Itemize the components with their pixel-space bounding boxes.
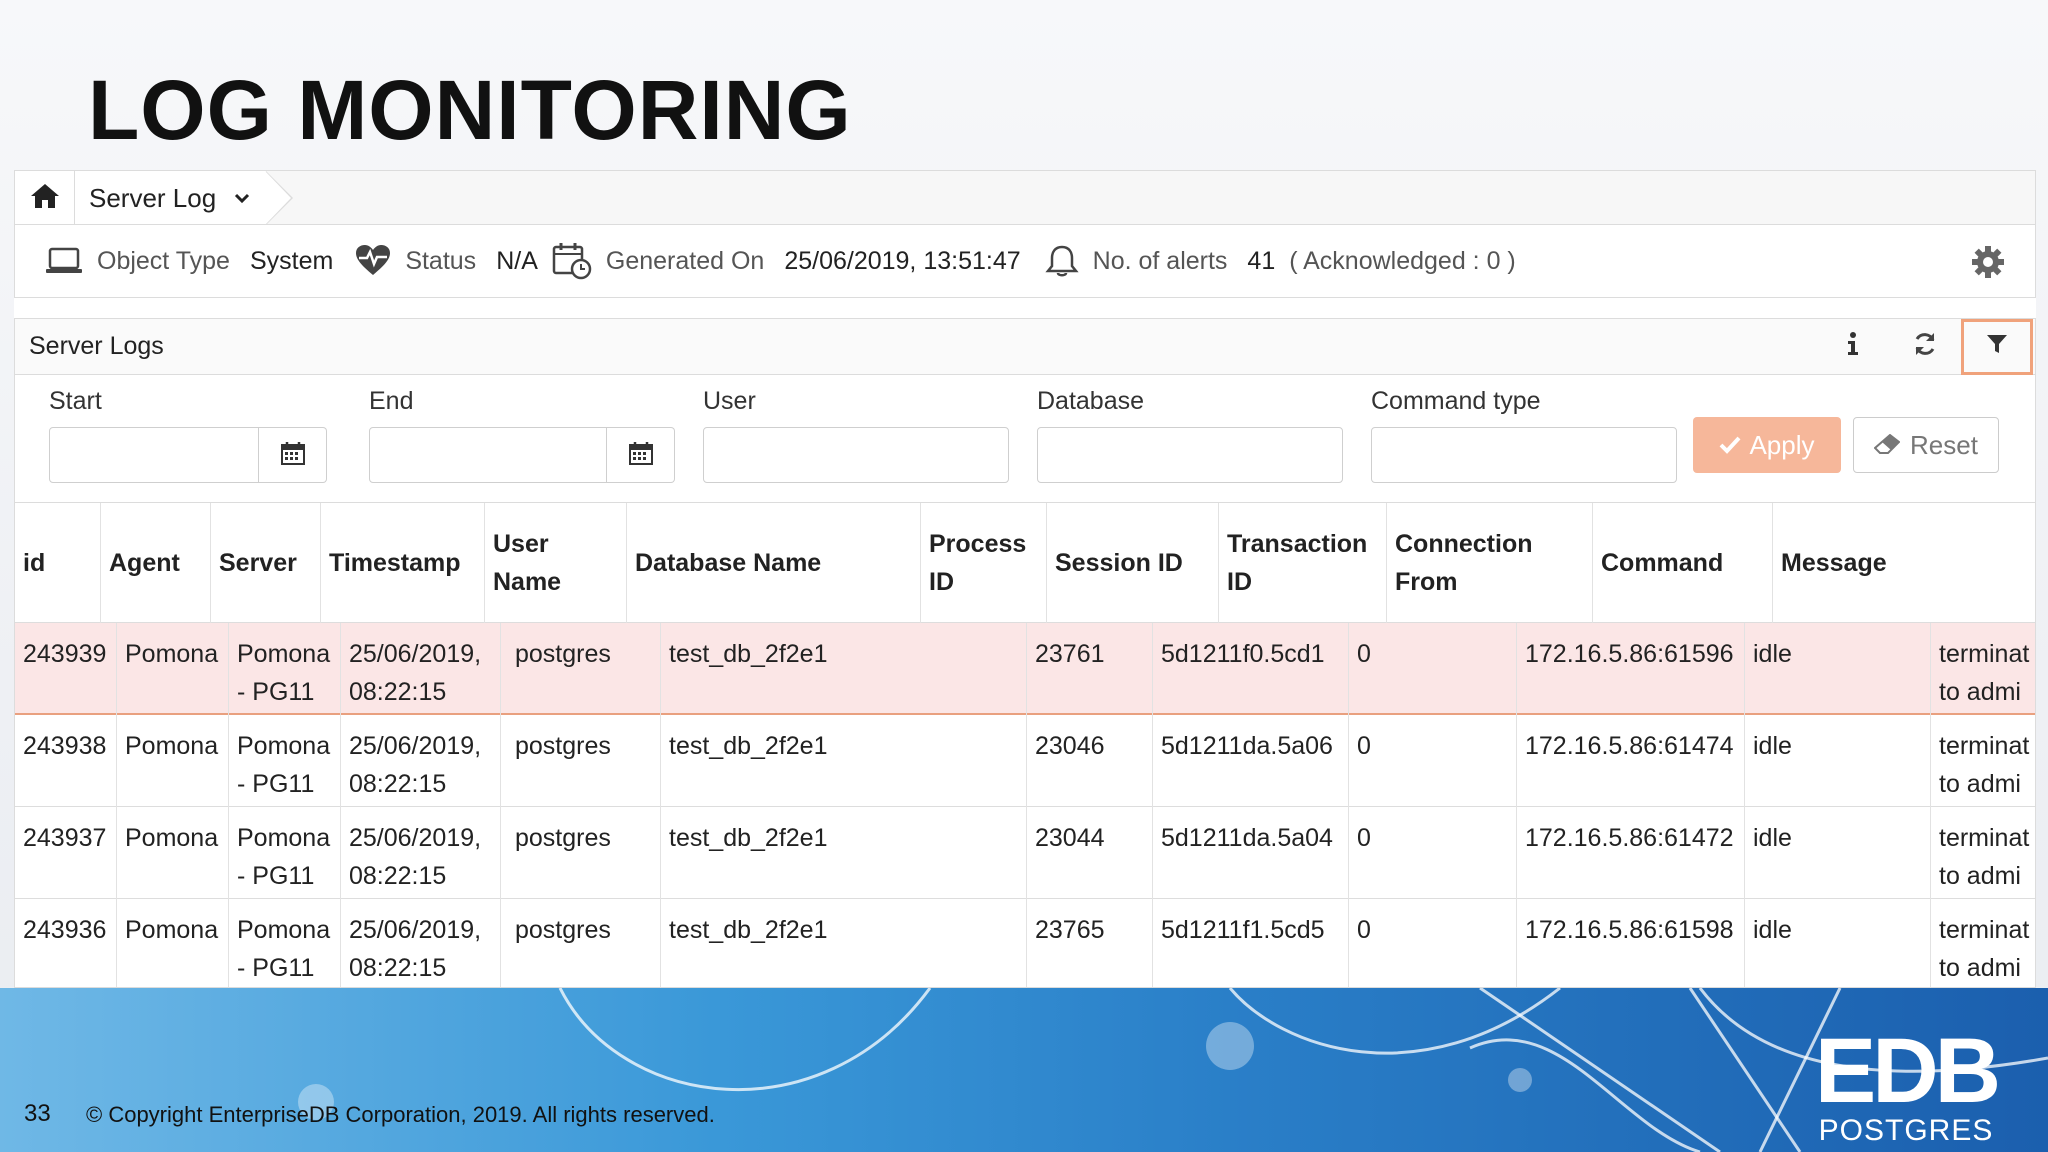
info-button[interactable] [1817, 319, 1889, 375]
apply-button[interactable]: Apply [1693, 417, 1841, 473]
col-connection-from[interactable]: Connection From [1387, 503, 1593, 623]
start-calendar-button[interactable] [259, 427, 327, 483]
table-row[interactable]: 243938 Pomona Pomona - PG11 25/06/2019, 08… [15, 715, 2035, 807]
col-transaction-id[interactable]: Transaction ID [1219, 503, 1387, 623]
heartbeat-icon [355, 245, 391, 277]
calendar-clock-icon [552, 242, 592, 280]
status-label: Status [405, 246, 477, 275]
tab-bar: Server Log [14, 170, 2036, 225]
col-database-name[interactable]: Database Name [627, 503, 921, 623]
table-row[interactable]: 243939 Pomona Pomona - PG11 25/06/2019, 08… [15, 623, 2035, 715]
filter-button[interactable] [1961, 319, 2033, 375]
app-window: Server Log Object Type System Status N/A… [14, 170, 2036, 988]
alerts-value: 41 [1247, 246, 1276, 275]
end-date-input[interactable] [369, 427, 607, 483]
user-input[interactable] [703, 427, 1009, 483]
col-agent[interactable]: Agent [101, 503, 211, 623]
database-label: Database [1037, 387, 1145, 415]
col-id[interactable]: id [15, 503, 101, 623]
info-bar: Object Type System Status N/A Generated … [14, 224, 2036, 298]
col-timestamp[interactable]: Timestamp [321, 503, 485, 623]
command-type-input[interactable] [1371, 427, 1677, 483]
apply-label: Apply [1749, 429, 1815, 460]
panel-title: Server Logs [29, 332, 164, 360]
server-logs-panel: Server Logs Start End User Database Comm… [14, 318, 2036, 988]
user-label: User [703, 387, 756, 415]
alerts-label: No. of alerts [1092, 246, 1228, 275]
logo-main-text: EDB [1814, 1020, 2001, 1122]
reset-label: Reset [1910, 429, 1978, 460]
chevron-down-icon[interactable] [234, 188, 250, 209]
generated-on-label: Generated On [605, 246, 765, 275]
calendar-icon [628, 441, 653, 470]
footer-banner: 33 © Copyright EnterpriseDB Corporation,… [0, 988, 2048, 1152]
generated-on-value: 25/06/2019, 13:51:47 [784, 246, 1021, 275]
col-message[interactable]: Message [1773, 503, 2037, 623]
col-server[interactable]: Server [211, 503, 321, 623]
edb-postgres-logo: EDB POSTGRES [1806, 1020, 2006, 1148]
filter-form: Start End User Database Command type App… [15, 375, 2035, 503]
table-row[interactable]: 243936 Pomona Pomona - PG11 25/06/2019, 08… [15, 899, 2035, 987]
refresh-button[interactable] [1889, 319, 1961, 375]
end-label: End [369, 387, 414, 415]
table-row[interactable]: 243937 Pomona Pomona - PG11 25/06/2019, 08… [15, 807, 2035, 899]
slide-title: LOG MONITORING [88, 63, 852, 157]
acknowledged-count: ( Acknowledged : 0 ) [1289, 246, 1516, 275]
start-label: Start [49, 387, 102, 415]
home-button[interactable] [15, 171, 75, 225]
calendar-icon [280, 441, 305, 470]
tab-server-log[interactable]: Server Log [75, 171, 293, 225]
table-body: 243939 Pomona Pomona - PG11 25/06/2019, 08… [15, 623, 2035, 987]
database-input[interactable] [1037, 427, 1343, 483]
tab-label: Server Log [89, 182, 217, 213]
check-icon [1719, 430, 1741, 461]
end-calendar-button[interactable] [607, 427, 675, 483]
col-session-id[interactable]: Session ID [1047, 503, 1219, 623]
page-number: 33 [24, 1100, 51, 1127]
filter-icon [1986, 333, 2008, 362]
copyright-text: © Copyright EnterpriseDB Corporation, 20… [86, 1102, 715, 1127]
gear-icon[interactable] [1971, 245, 2005, 286]
info-icon [1847, 331, 1859, 363]
logo-sub-text: POSTGRES [1818, 1114, 1994, 1147]
panel-header: Server Logs [15, 319, 2035, 375]
home-icon [30, 182, 60, 215]
object-type-label: Object Type [97, 246, 230, 275]
col-process-id[interactable]: Process ID [921, 503, 1047, 623]
table-header: id Agent Server Timestamp User Name Datab… [15, 503, 2035, 623]
bell-icon [1045, 244, 1079, 278]
command-type-label: Command type [1371, 387, 1541, 415]
object-type-value: System [249, 246, 334, 275]
eraser-icon [1873, 430, 1901, 461]
col-command[interactable]: Command [1593, 503, 1773, 623]
status-value: N/A [496, 246, 538, 275]
reset-button[interactable]: Reset [1853, 417, 1999, 473]
col-user-name[interactable]: User Name [485, 503, 627, 623]
laptop-icon [45, 247, 83, 275]
start-date-input[interactable] [49, 427, 259, 483]
refresh-icon [1912, 331, 1938, 364]
